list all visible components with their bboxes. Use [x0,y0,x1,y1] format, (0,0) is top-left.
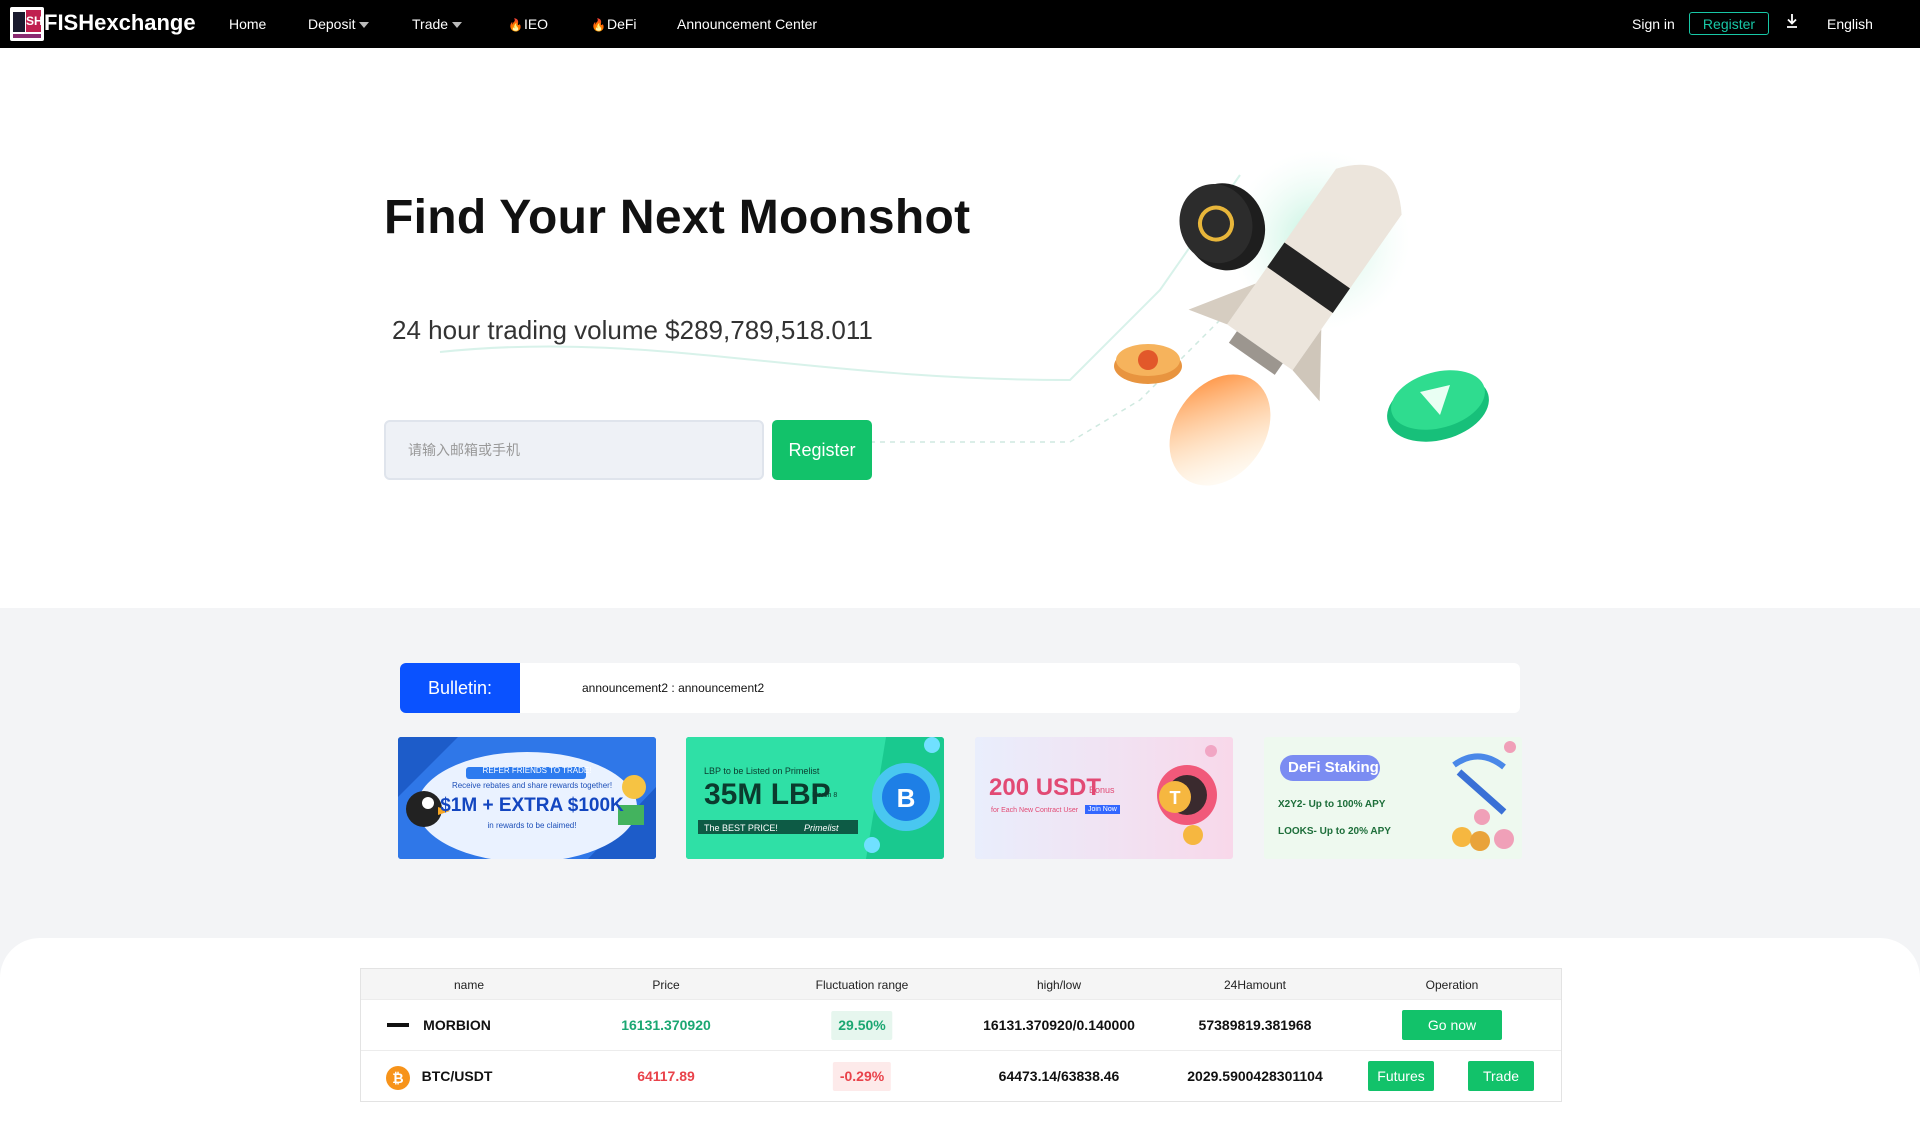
banner-defi-line-2: X2Y2- Up to 100% APY [1278,799,1386,810]
pair-name: BTC/USDT [421,1068,493,1084]
bulletin-message[interactable]: announcement2 : announcement2 [582,681,764,695]
pair-name: MORBION [423,1017,491,1033]
language-selector[interactable]: English [1827,16,1873,32]
bitcoin-icon: ₿ [386,1066,410,1090]
table-row[interactable]: MORBION 16131.370920 29.50% 16131.370920… [361,999,1561,1050]
nav-trade[interactable]: Trade [412,16,463,32]
price-value: 64117.89 [637,1068,695,1084]
banner-lbp-primelist[interactable]: B LBP to be Listed on Primelist 35M LBP … [686,737,944,859]
banner-defi-line-1: DeFi Staking [1288,759,1379,776]
banner-lbp-line-3: March 8 [812,792,838,799]
chevron-down-icon [359,22,370,29]
bulletin-label: Bulletin: [400,663,520,713]
amount-value: 2029.5900428301104 [1187,1068,1323,1084]
svg-text:₿: ₿ [392,1070,403,1086]
amount-value: 57389819.381968 [1198,1017,1312,1033]
banner-usdt-line-3: for Each New Contract User [991,807,1079,814]
banner-usdt-bonus[interactable]: T 200 USDT Bonus for Each New Contract U… [975,737,1233,859]
hero-register-button[interactable]: Register [772,420,872,480]
hero-title: Find Your Next Moonshot [384,191,971,244]
change-badge: 29.50% [831,1011,893,1040]
bulletin-bar: Bulletin: announcement2 : announcement2 [400,663,1520,713]
col-fluctuation: Fluctuation range [815,978,909,992]
banner-refer-friends[interactable]: REFER FRIENDS TO TRADE! Receive rebates … [398,737,656,859]
sign-in-link[interactable]: Sign in [1632,16,1675,32]
go-now-button[interactable]: Go now [1402,1010,1502,1040]
nav-defi-label: DeFi [606,16,637,32]
banner-refer-line-3: $1M + EXTRA $100K [440,795,624,816]
flame-icon: 🔥 [508,18,523,32]
banner-refer-line-2: Receive rebates and share rewards togeth… [451,781,613,790]
high-low-value: 16131.370920/0.140000 [983,1017,1135,1033]
flame-icon: 🔥 [591,18,606,32]
change-value: -0.29% [832,1062,892,1091]
nav-home[interactable]: Home [229,16,266,32]
trade-button[interactable]: Trade [1468,1061,1534,1091]
banner-refer-line-4: in rewards to be claimed! [487,821,577,830]
change-value: 29.50% [831,1011,893,1040]
chevron-down-icon [452,22,463,29]
banner-lbp-line-5: Primelist [804,823,839,833]
banner-defi-staking[interactable]: DeFi Staking X2Y2- Up to 100% APY LOOKS-… [1264,737,1522,859]
high-low-value: 64473.14/63838.46 [998,1068,1120,1084]
banner-lbp-line-4: The BEST PRICE! [704,823,778,833]
email-phone-input[interactable] [384,420,764,480]
nav-announcement-center[interactable]: Announcement Center [677,16,817,32]
banner-usdt-join-now: Join Now [1085,805,1120,814]
banner-defi-art [1264,737,1522,859]
nav-ieo-label: IEO [523,16,549,32]
col-high-low: high/low [1036,978,1082,992]
banner-usdt-line-2: Bonus [1089,785,1115,795]
col-price: Price [652,978,680,992]
banner-usdt-line-1: 200 USDT [989,774,1102,801]
futures-button[interactable]: Futures [1368,1061,1434,1091]
table-header: name Price Fluctuation range high/low 24… [361,969,1561,999]
svg-text:T: T [1170,788,1181,808]
nav-defi[interactable]: 🔥DeFi [591,16,637,32]
trading-volume-text: 24 hour trading volume $289,789,518.011 [392,315,873,345]
top-navbar: SH FISHexchange Home Deposit Trade 🔥IEO … [0,0,1920,48]
banner-defi-line-3: LOOKS- Up to 20% APY [1278,826,1391,837]
price-value: 16131.370920 [621,1017,711,1033]
col-operation: Operation [1425,978,1479,992]
change-badge: -0.29% [832,1062,892,1091]
banner-lbp-line-1: LBP to be Listed on Primelist [704,766,820,776]
banner-refer-line-1: REFER FRIENDS TO TRADE! [482,766,592,775]
col-name: name [453,978,485,992]
market-table: name Price Fluctuation range high/low 24… [360,968,1562,1102]
table-row[interactable]: ₿ BTC/USDT 64117.89 -0.29% 64473.14/6383… [361,1050,1561,1101]
nav-deposit-label: Deposit [308,16,356,32]
nav-trade-label: Trade [412,16,449,32]
svg-text:B: B [897,783,916,813]
morbion-logo-icon [387,1023,409,1027]
logo-icon[interactable]: SH [10,7,44,41]
nav-register-button[interactable]: Register [1689,12,1769,35]
nav-ieo[interactable]: 🔥IEO [508,16,548,32]
download-icon[interactable] [1785,12,1799,30]
col-24h-amount: 24Hamount [1223,978,1287,992]
brand-name[interactable]: FISHexchange [44,10,196,36]
nav-deposit[interactable]: Deposit [308,16,370,32]
